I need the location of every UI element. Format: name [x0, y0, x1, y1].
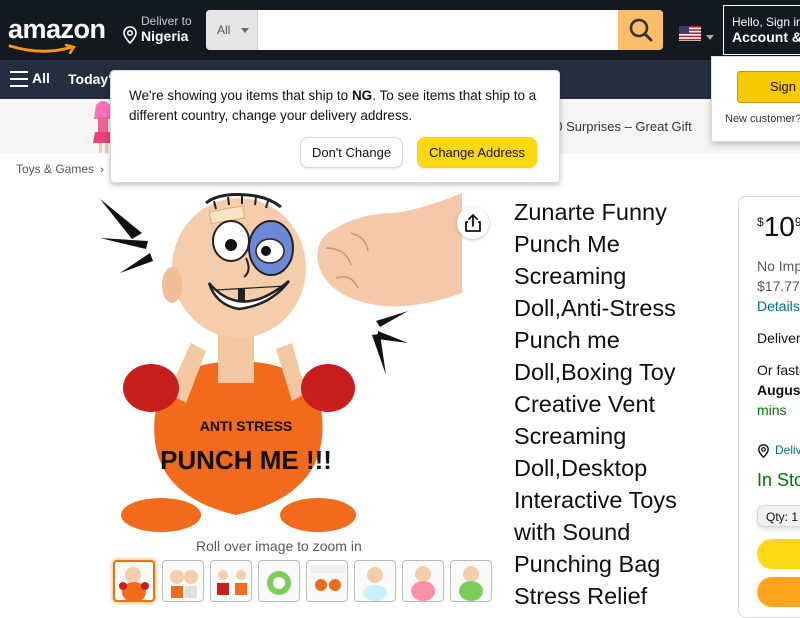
account-label: Account & [732, 29, 800, 45]
change-address-button[interactable]: Change Address [417, 137, 537, 168]
delivery-location-popup: We're showing you items that ship to NG.… [110, 70, 560, 183]
thumbnail-7[interactable] [402, 560, 444, 602]
amazon-logo[interactable]: amazon [8, 14, 106, 45]
deliver-to-country: Nigeria [141, 28, 189, 44]
details-link[interactable]: Details [757, 298, 800, 314]
search-category-select[interactable]: All [206, 10, 258, 50]
popup-message: We're showing you items that ship to NG.… [129, 86, 549, 126]
import-fees-text: No Imp [757, 258, 800, 274]
breadcrumb-item-toys[interactable]: Toys & Games [16, 162, 94, 176]
share-button[interactable] [457, 207, 489, 239]
quantity-select[interactable]: Qty: 1 [757, 505, 800, 527]
buy-now-button[interactable] [757, 577, 800, 607]
product-title: Zunarte Funny Punch Me Screaming Doll,An… [514, 199, 677, 609]
faster-delivery-text: Or faste [757, 362, 800, 378]
thumbnail-3[interactable] [210, 560, 252, 602]
price: $109 [757, 211, 800, 243]
top-navbar: amazon Deliver to Nigeria All Hello, Sig… [0, 0, 800, 60]
price-currency: $ [757, 215, 764, 229]
share-icon [465, 214, 481, 232]
new-customer-text: New customer? [725, 113, 800, 125]
buy-box: $109 No Imp $17.77 Details Deliver Or fa… [738, 196, 800, 618]
signin-flyout: Sign New customer? [711, 56, 800, 142]
account-menu[interactable]: Hello, Sign in Account & [723, 5, 800, 55]
thumbnail-6[interactable] [354, 560, 396, 602]
delivery-text: Deliver [757, 330, 800, 346]
thumbnail-8[interactable] [450, 560, 492, 602]
shirt-text-line2: PUNCH ME !!! [160, 445, 332, 475]
thumbnail-4[interactable] [258, 560, 300, 602]
price-whole: 10 [763, 211, 795, 242]
delivery-date: Augus [757, 382, 800, 398]
search-icon [629, 18, 653, 42]
hamburger-menu-icon[interactable] [10, 71, 28, 87]
thumbnail-5[interactable] [306, 560, 348, 602]
delivery-mins: mins [757, 402, 787, 418]
language-caret-icon[interactable] [706, 35, 714, 40]
deliver-to-label: Deliver to [141, 14, 192, 28]
popup-message-country: NG [351, 88, 373, 103]
popup-message-pre: We're showing you items that ship to [129, 88, 352, 103]
location-pin-icon [123, 26, 137, 44]
dont-change-button[interactable]: Don't Change [300, 137, 403, 168]
account-greeting: Hello, Sign in [732, 15, 800, 29]
add-to-cart-button[interactable] [757, 539, 800, 569]
product-main-image[interactable]: ANTI STRESS PUNCH ME !!! [96, 193, 462, 536]
us-flag-icon[interactable] [679, 26, 701, 41]
location-pin-icon [758, 443, 769, 459]
search-category-label: All [217, 23, 231, 37]
search-bar: All [206, 10, 663, 50]
shipping-cost: $17.77 [757, 278, 800, 294]
breadcrumb-separator-icon: › [100, 164, 104, 176]
zoom-hint: Roll over image to zoom in [196, 538, 362, 554]
thumbnail-1[interactable] [113, 560, 155, 602]
search-button[interactable] [618, 10, 663, 50]
chevron-down-icon [241, 28, 249, 33]
shirt-text-line1: ANTI STRESS [200, 418, 293, 434]
stock-status: In Sto [757, 470, 800, 490]
deliver-link-label: Deliv [775, 443, 800, 457]
deliver-to-link[interactable]: Deliv [757, 443, 800, 459]
breadcrumb: Toys & Games › [16, 162, 104, 176]
all-menu-button[interactable]: All [32, 70, 50, 86]
search-input[interactable] [258, 10, 614, 50]
promo-text: 20 Surprises – Great Gift [548, 119, 692, 134]
signin-button[interactable]: Sign [737, 71, 800, 103]
thumbnail-2[interactable] [162, 560, 204, 602]
amazon-smile-icon [8, 44, 77, 54]
price-fraction: 9 [794, 215, 800, 229]
